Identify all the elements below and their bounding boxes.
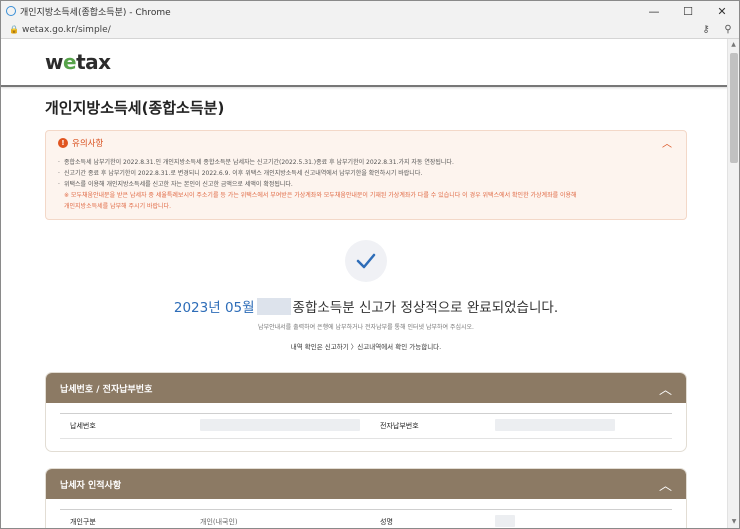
scroll-up-icon[interactable]: ▲ xyxy=(728,39,739,51)
epay-number-label: 전자납부번호 xyxy=(380,422,419,430)
title-bar: 개인지방소득세(종합소득분) - Chrome — ☐ ✕ xyxy=(1,1,739,21)
panel-title: 납세자 인적사항 xyxy=(60,480,122,491)
name-value xyxy=(495,515,672,528)
chevron-up-icon[interactable]: ︿ xyxy=(659,475,672,494)
chevron-up-icon[interactable]: ︿ xyxy=(659,379,672,398)
minimize-button[interactable]: — xyxy=(637,1,671,21)
site-header: wetax xyxy=(1,39,728,87)
notice-item: 신고기간 종료 후 납부기한이 2022.8.31.로 변경되니 2022.6.… xyxy=(58,168,674,179)
panel-header[interactable]: 납세자 인적사항 ︿ xyxy=(46,469,686,499)
panel-header[interactable]: 납세번호 / 전자납부번호 ︿ xyxy=(46,373,686,403)
history-link-text: 내역 확인은 신고하기 〉신고내역에서 확인 가능합니다. xyxy=(290,343,442,351)
notice-warning: ※ 모두채움안내문을 받은 납세자 중 세율특례보시이 주소기를 등 가는 위택… xyxy=(64,192,577,199)
notice-heading: 유의사항 xyxy=(72,139,104,149)
chevron-up-icon[interactable]: ︿ xyxy=(662,135,672,150)
notice-header[interactable]: ! 유의사항 xyxy=(58,137,674,149)
notice-item: 종합소득세 납부기한이 2022.8.31.인 개인지방소득세 종합소득분 납세… xyxy=(58,157,674,168)
page-scrollbar[interactable]: ▲ ▼ xyxy=(727,39,739,528)
completion-date: 2023년 05월 xyxy=(173,300,255,316)
masked-day xyxy=(256,297,291,315)
notice-item: 위택스를 이용해 개인지방소득세를 신고한 자는 본인이 신고한 금액으로 세액… xyxy=(58,179,674,190)
tax-number-label: 납세번호 xyxy=(70,422,96,430)
masked-value xyxy=(495,419,615,431)
scroll-down-icon[interactable]: ▼ xyxy=(728,516,739,528)
masked-value xyxy=(200,419,360,431)
window-title: 개인지방소득세(종합소득분) - Chrome xyxy=(20,7,171,18)
check-icon xyxy=(345,240,387,282)
name-label: 성명 xyxy=(380,518,393,526)
epay-number-value xyxy=(495,419,672,433)
key-icon[interactable]: ⚷ xyxy=(695,24,717,35)
completion-subtext: 납부안내서를 출력하여 은행에 납부하거나 전자납부를 통해 인터넷 납부하여 … xyxy=(258,324,474,331)
address-bar[interactable]: 🔒 wetax.go.kr/simple/ ⚷ ⚲ xyxy=(1,21,739,39)
scrollbar-thumb[interactable] xyxy=(730,53,738,163)
panel-body: 납세번호 전자납부번호 xyxy=(46,403,686,451)
person-type-label: 개인구분 xyxy=(70,518,96,526)
masked-value xyxy=(495,515,515,527)
notice-warning: 개인지방소득세를 납부해 주시기 바랍니다. xyxy=(64,203,171,210)
tax-number-panel: 납세번호 / 전자납부번호 ︿ 납세번호 전자납부번호 xyxy=(45,372,687,452)
warning-icon: ! xyxy=(58,138,68,148)
tax-number-value xyxy=(200,419,370,433)
completion-title: 2023년 05월 종합소득분 신고가 정상적으로 완료되었습니다. xyxy=(45,296,687,316)
panel-title: 납세번호 / 전자납부번호 xyxy=(60,384,153,395)
page-viewport: wetax 개인지방소득세(종합소득분) ! 유의사항 ︿ 종합소득세 납부기한… xyxy=(1,39,728,528)
page-title: 개인지방소득세(종합소득분) xyxy=(45,99,225,117)
field-row: 개인구분 개인(내국인) 성명 xyxy=(60,509,672,528)
lock-icon[interactable]: 🔒 xyxy=(9,25,19,34)
wetax-logo[interactable]: wetax xyxy=(45,50,111,74)
site-favicon-icon xyxy=(6,6,16,16)
taxpayer-info-panel: 납세자 인적사항 ︿ 개인구분 개인(내국인) 성명 xyxy=(45,468,687,528)
field-row: 납세번호 전자납부번호 xyxy=(60,413,672,439)
notice-list: 종합소득세 납부기한이 2022.8.31.인 개인지방소득세 종합소득분 납세… xyxy=(58,157,674,212)
main-content: 개인지방소득세(종합소득분) ! 유의사항 ︿ 종합소득세 납부기한이 2022… xyxy=(1,97,728,528)
notice-box: ! 유의사항 ︿ 종합소득세 납부기한이 2022.8.31.인 개인지방소득세… xyxy=(45,130,687,220)
completion-section: 2023년 05월 종합소득분 신고가 정상적으로 완료되었습니다. 납부안내서… xyxy=(45,240,687,351)
search-icon[interactable]: ⚲ xyxy=(717,24,739,35)
close-button[interactable]: ✕ xyxy=(705,1,739,21)
completion-message: 종합소득분 신고가 정상적으로 완료되었습니다. xyxy=(292,300,559,316)
maximize-button[interactable]: ☐ xyxy=(671,1,705,21)
panel-body: 개인구분 개인(내국인) 성명 xyxy=(46,499,686,528)
url-text[interactable]: wetax.go.kr/simple/ xyxy=(22,25,695,35)
person-type-value: 개인(내국인) xyxy=(200,518,238,526)
browser-window: 개인지방소득세(종합소득분) - Chrome — ☐ ✕ 🔒 wetax.go… xyxy=(0,0,740,529)
